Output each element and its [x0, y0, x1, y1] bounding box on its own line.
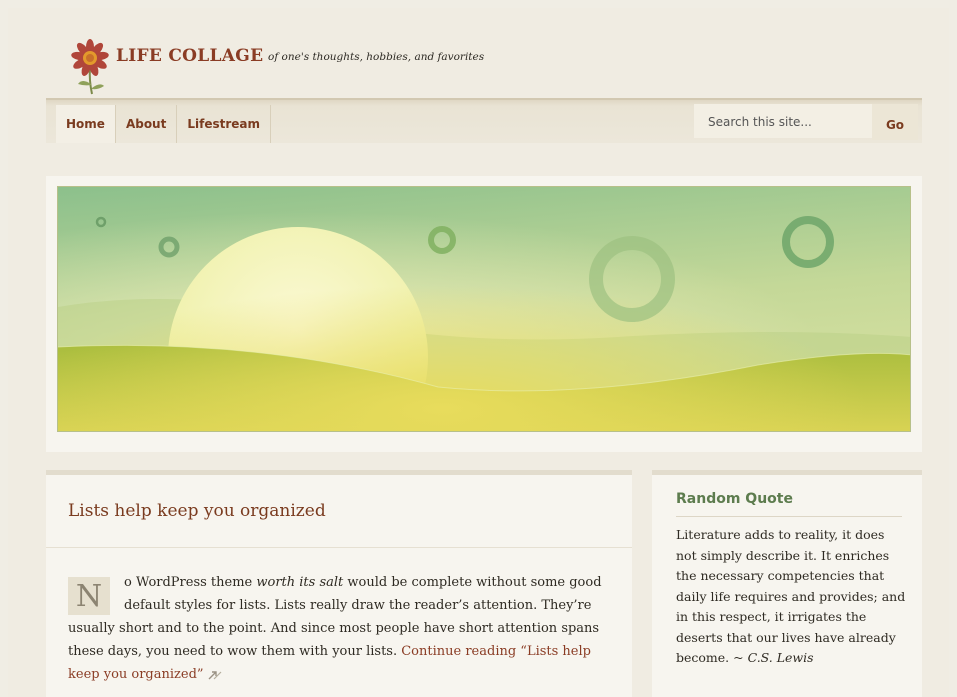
- nav-item-lifestream[interactable]: Lifestream: [177, 105, 271, 143]
- site-tagline: of one's thoughts, hobbies, and favorite…: [268, 51, 485, 63]
- nav-item-home[interactable]: Home: [56, 105, 116, 143]
- widget-divider: [676, 516, 902, 517]
- arrow-right-icon[interactable]: [208, 670, 222, 680]
- quote-body: Literature adds to reality, it does not …: [676, 527, 906, 665]
- flower-icon[interactable]: [68, 38, 112, 98]
- search-input[interactable]: Search this site...: [694, 104, 872, 138]
- site-title[interactable]: LIFE COLLAGE: [116, 46, 263, 66]
- post-text-emphasis: worth its salt: [256, 575, 344, 590]
- sidebar-widget: Random Quote Literature adds to reality,…: [652, 470, 922, 697]
- search-go-button[interactable]: Go: [872, 104, 918, 140]
- quote-author: C.S. Lewis: [747, 650, 814, 665]
- dropcap: N: [68, 577, 110, 615]
- post-excerpt: No WordPress theme worth its salt would …: [68, 571, 608, 686]
- post-text-start: o WordPress theme: [124, 575, 257, 590]
- main-navigation: Home About Lifestream Search this site..…: [46, 98, 922, 143]
- header-banner-frame: [46, 176, 922, 452]
- header-banner: [57, 186, 911, 432]
- nav-item-about[interactable]: About: [116, 105, 178, 143]
- nav-tabs: Home About Lifestream: [56, 105, 271, 143]
- site-header: LIFE COLLAGE of one's thoughts, hobbies,…: [8, 8, 949, 98]
- landscape-illustration: [58, 187, 910, 431]
- random-quote: Literature adds to reality, it does not …: [676, 525, 906, 669]
- widget-title: Random Quote: [676, 491, 793, 507]
- post-divider: [46, 547, 632, 548]
- page: LIFE COLLAGE of one's thoughts, hobbies,…: [8, 8, 949, 697]
- post-title[interactable]: Lists help keep you organized: [68, 501, 326, 521]
- post-article: Lists help keep you organized No WordPre…: [46, 470, 632, 697]
